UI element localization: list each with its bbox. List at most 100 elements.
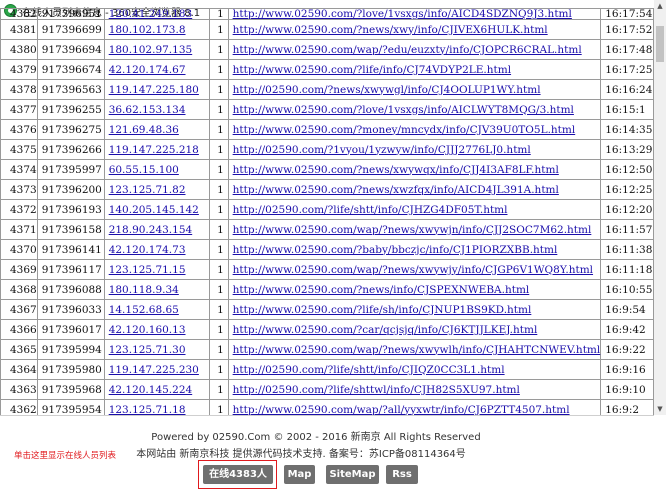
ip-cell: 218.90.243.154 [103, 219, 211, 240]
url-link[interactable]: http://www.02590.com/wap/?news/xwywjy/in… [233, 264, 593, 276]
url-cell: http://www.02590.com/?love/1vsxgs/info/A… [227, 8, 602, 20]
url-link[interactable]: http://www.02590.com/?news/xwzfqx/info/A… [233, 184, 559, 196]
url-link[interactable]: http://www.02590.com/?life/sh/info/CJNUP… [233, 304, 532, 316]
ip-link[interactable]: 123.125.71.15 [109, 264, 186, 276]
map-button[interactable]: Map [284, 465, 315, 484]
url-link[interactable]: http://02590.com/?life/shtt/info/CJHZG4D… [233, 204, 508, 216]
table-row: 4375 917396266 119.147.225.218 1 http://0259… [0, 139, 654, 160]
ip-link[interactable]: 120.41.249.183 [109, 10, 193, 19]
url-link[interactable]: http://www.02590.com/wap/?news/xwywjn/in… [233, 224, 592, 236]
row-id-cell: 4378 [0, 79, 38, 100]
url-link[interactable]: http://www.02590.com/wap/?all/yyxwtr/inf… [233, 404, 570, 416]
url-link[interactable]: http://www.02590.com/?life/info/CJ74VDYP… [233, 64, 511, 76]
ip-cell: 140.205.145.142 [103, 199, 211, 220]
url-cell: http://www.02590.com/?news/info/CJSPEXNW… [227, 279, 602, 300]
row-count-cell: 1 [209, 239, 229, 260]
row-count-cell: 1 [209, 79, 229, 100]
row-id-cell: 4370 [0, 239, 38, 260]
url-link[interactable]: http://02590.com/?life/shtt/info/CJIQZ0C… [233, 364, 505, 376]
ip-cell: 119.147.225.230 [103, 359, 211, 380]
ip-link[interactable]: 180.102.173.8 [109, 24, 186, 36]
row-number-cell: 917396951 [36, 8, 105, 20]
ip-link[interactable]: 119.147.225.180 [109, 84, 199, 96]
ip-link[interactable]: 119.147.225.230 [109, 364, 199, 376]
row-time-cell: 16:17:52 [600, 19, 654, 40]
ip-cell: 120.41.249.183 [103, 8, 211, 20]
ip-link[interactable]: 36.62.153.134 [109, 104, 186, 116]
row-count-cell: 1 [209, 8, 229, 20]
row-id-cell: 4379 [0, 59, 38, 80]
url-cell: http://02590.com/?1vyou/1yzwyw/info/CJJJ… [227, 139, 602, 160]
ip-link[interactable]: 218.90.243.154 [109, 224, 193, 236]
url-link[interactable]: http://www.02590.com/?news/info/CJSPEXNW… [233, 284, 530, 296]
url-cell: http://02590.com/?life/shtt/info/CJHZG4D… [227, 199, 602, 220]
ip-link[interactable]: 121.69.48.36 [109, 124, 179, 136]
ip-link[interactable]: 42.120.145.224 [109, 384, 193, 396]
table-row: 4368 917396088 180.118.9.34 1 http://www.025… [0, 279, 654, 300]
url-cell: http://02590.com/?life/shtt/info/CJIQZ0C… [227, 359, 602, 380]
ip-link[interactable]: 42.120.174.73 [109, 244, 186, 256]
ip-link[interactable]: 60.55.15.100 [109, 164, 179, 176]
ip-link[interactable]: 119.147.225.218 [109, 144, 199, 156]
ip-cell: 36.62.153.134 [103, 99, 211, 120]
ip-cell: 123.125.71.82 [103, 179, 211, 200]
url-link[interactable]: http://www.02590.com/?love/1vsxgs/info/A… [233, 104, 574, 116]
row-id-cell: 4368 [0, 279, 38, 300]
row-number-cell: 917396193 [36, 199, 105, 220]
row-id-cell: 4377 [0, 99, 38, 120]
table-row: 4365 917395994 123.125.71.30 1 http://www.02… [0, 339, 654, 360]
row-count-cell: 1 [209, 19, 229, 40]
url-link[interactable]: http://02590.com/?life/shttwl/info/CJH82… [233, 384, 520, 396]
row-time-cell: 16:14:35 [600, 119, 654, 140]
row-number-cell: 917395968 [36, 379, 105, 400]
ip-link[interactable]: 42.120.160.13 [109, 324, 186, 336]
row-number-cell: 917395997 [36, 159, 105, 180]
ip-cell: 14.152.68.65 [103, 299, 211, 320]
url-link[interactable]: http://www.02590.com/?money/mncydx/info/… [233, 124, 576, 136]
url-link[interactable]: http://www.02590.com/?car/qcjsjq/info/CJ… [233, 324, 538, 336]
url-link[interactable]: http://www.02590.com/?news/xwy/info/CJIV… [233, 24, 548, 36]
table-row: 4379 917396674 42.120.174.67 1 http://www.02… [0, 59, 654, 80]
ip-link[interactable]: 123.125.71.30 [109, 344, 186, 356]
row-number-cell: 917396141 [36, 239, 105, 260]
scroll-down-arrow-icon[interactable]: ▼ [654, 403, 666, 415]
ip-link[interactable]: 180.102.97.135 [109, 44, 193, 56]
url-link[interactable]: http://www.02590.com/?baby/bbczjc/info/C… [233, 244, 558, 256]
row-number-cell: 917396694 [36, 39, 105, 60]
row-id-cell: 4366 [0, 319, 38, 340]
scroll-thumb[interactable] [656, 26, 664, 62]
ip-cell: 180.102.97.135 [103, 39, 211, 60]
ip-cell: 123.125.71.15 [103, 259, 211, 280]
ip-cell: 121.69.48.36 [103, 119, 211, 140]
row-number-cell: 917396563 [36, 79, 105, 100]
table-row: 4371 917396158 218.90.243.154 1 http://www.0… [0, 219, 654, 240]
url-link[interactable]: http://www.02590.com/wap/?edu/euzxty/inf… [233, 44, 582, 56]
sitemap-button[interactable]: SiteMap [326, 465, 379, 484]
url-link[interactable]: http://www.02590.com/wap/?news/xwywlh/in… [233, 344, 601, 356]
row-id-cell: 4372 [0, 199, 38, 220]
ip-link[interactable]: 14.152.68.65 [109, 304, 179, 316]
ip-link[interactable]: 180.118.9.34 [109, 284, 179, 296]
url-cell: http://www.02590.com/wap/?all/yyxwtr/inf… [227, 399, 602, 416]
ip-link[interactable]: 123.125.71.82 [109, 184, 186, 196]
url-link[interactable]: http://02590.com/?news/xwywgl/info/CJ4OO… [233, 84, 541, 96]
row-id-cell: 4369 [0, 259, 38, 280]
ip-link[interactable]: 123.125.71.18 [109, 404, 186, 416]
url-link[interactable]: http://www.02590.com/?love/1vsxgs/info/A… [233, 10, 572, 19]
ip-link[interactable]: 140.205.145.142 [109, 204, 199, 216]
ip-cell: 60.55.15.100 [103, 159, 211, 180]
table-row: 4366 917396017 42.120.160.13 1 http://www.02… [0, 319, 654, 340]
ip-cell: 180.102.173.8 [103, 19, 211, 40]
url-cell: http://02590.com/?life/shttwl/info/CJH82… [227, 379, 602, 400]
url-link[interactable]: http://02590.com/?1vyou/1yzwyw/info/CJJJ… [233, 144, 531, 156]
online-count-button[interactable]: 在线4383人 [203, 465, 273, 484]
rss-button[interactable]: Rss [386, 465, 418, 484]
url-link[interactable]: http://www.02590.com/?news/xwywqx/info/C… [233, 164, 559, 176]
url-cell: http://02590.com/?news/xwywgl/info/CJ4OO… [227, 79, 602, 100]
ip-link[interactable]: 42.120.174.67 [109, 64, 186, 76]
url-cell: http://www.02590.com/wap/?news/xwywjn/in… [227, 219, 602, 240]
ip-cell: 42.120.145.224 [103, 379, 211, 400]
row-time-cell: 16:9:2 [600, 399, 654, 415]
scroll-up-arrow-icon[interactable]: ▲ [654, 0, 666, 12]
vertical-scrollbar[interactable]: ▲ ▼ [654, 0, 666, 415]
